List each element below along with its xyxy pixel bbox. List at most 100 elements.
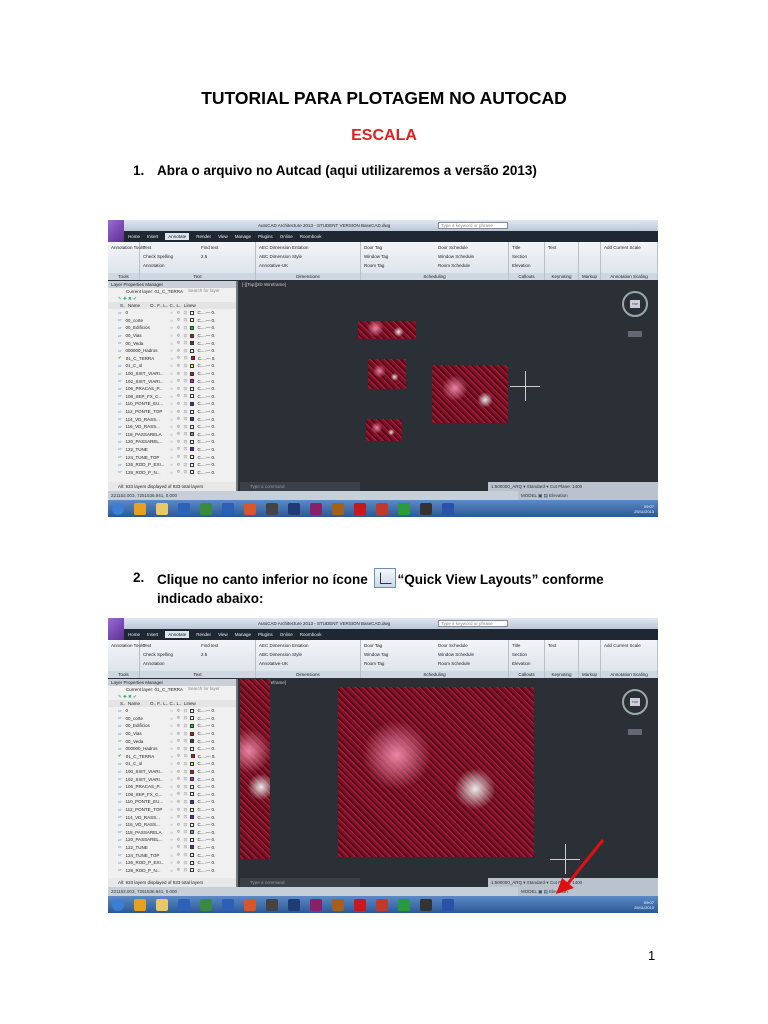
search-input[interactable]: Type a keyword or phrase [438, 222, 508, 229]
taskbar-app-icon[interactable] [222, 502, 234, 515]
lock-icon[interactable]: ⊡ [183, 348, 190, 354]
taskbar-app-icon[interactable] [178, 502, 190, 515]
bulb-icon[interactable]: ☼ [169, 723, 176, 728]
command-line-input[interactable]: Type a command [240, 482, 360, 491]
tab-plugins[interactable]: Plugins [258, 234, 273, 239]
layer-color-swatch[interactable] [190, 401, 195, 406]
taskbar-app-icon[interactable] [200, 502, 212, 515]
layer-color-swatch[interactable] [190, 822, 195, 827]
bulb-icon[interactable]: ☼ [169, 708, 176, 713]
bulb-icon[interactable]: ☼ [169, 807, 176, 812]
lock-icon[interactable]: ⊡ [183, 860, 190, 866]
layer-row[interactable]: ▱ 120_PASSAREL... ☼ ✲ ⊡ C....— 0. [108, 836, 236, 844]
layer-row[interactable]: ✔ 01_C_TERRA ☼ ✲ ⊡ C....— 0. [108, 753, 236, 761]
layer-color-swatch[interactable] [190, 333, 195, 338]
lock-icon[interactable]: ⊡ [183, 867, 190, 873]
lock-icon[interactable]: ⊡ [183, 446, 190, 452]
bulb-icon[interactable]: ☼ [169, 731, 176, 736]
layer-row[interactable]: ▱ 00_Edificios ☼ ✲ ⊡ C....— 0. [108, 324, 236, 332]
lock-icon[interactable]: ⊡ [183, 761, 190, 767]
layer-row[interactable]: ▱ 114_VD_RASS... ☼ ✲ ⊡ C....— 0. [108, 415, 236, 423]
layer-row[interactable]: ▱ 114_VD_RASS... ☼ ✲ ⊡ C....— 0. [108, 813, 236, 821]
lock-icon[interactable]: ⊡ [183, 340, 190, 346]
freeze-icon[interactable]: ✲ [176, 462, 183, 468]
lock-icon[interactable]: ⊡ [183, 431, 190, 437]
lock-icon[interactable]: ⊡ [183, 424, 190, 430]
lock-icon[interactable]: ⊡ [183, 852, 190, 858]
start-button[interactable] [112, 898, 124, 911]
taskbar-app-icon[interactable] [266, 502, 278, 515]
taskbar-app-icon[interactable] [398, 502, 410, 515]
ribbon-button[interactable]: Window Schedule [438, 652, 474, 657]
bulb-icon[interactable]: ☼ [169, 379, 176, 384]
freeze-icon[interactable]: ✲ [176, 822, 183, 828]
freeze-icon[interactable]: ✲ [176, 348, 183, 354]
taskbar-app-icon[interactable] [398, 898, 410, 911]
bulb-icon[interactable]: ☼ [169, 845, 176, 850]
freeze-icon[interactable]: ✲ [177, 355, 184, 361]
taskbar-app-icon[interactable] [156, 898, 168, 911]
bulb-icon[interactable]: ☼ [170, 754, 177, 759]
bulb-icon[interactable]: ☼ [169, 371, 176, 376]
freeze-icon[interactable]: ✲ [176, 784, 183, 790]
taskbar-app-icon[interactable] [222, 898, 234, 911]
ribbon-button[interactable]: Check Spelling [143, 254, 173, 259]
lock-icon[interactable]: ⊡ [183, 454, 190, 460]
ribbon-button[interactable]: 2.5 [201, 254, 207, 259]
freeze-icon[interactable]: ✲ [176, 386, 183, 392]
viewcube-navigation[interactable] [622, 291, 648, 317]
lock-icon[interactable]: ⊡ [183, 416, 190, 422]
taskbar-app-icon[interactable] [332, 898, 344, 911]
layer-row[interactable]: ▱ 102_SIST_VIARI... ☼ ✲ ⊡ C....— 0. [108, 377, 236, 385]
taskbar-app-icon[interactable] [178, 898, 190, 911]
layer-row[interactable]: ▱ 112_PONTE_TOP ☼ ✲ ⊡ C....— 0. [108, 408, 236, 416]
layer-color-swatch[interactable] [190, 830, 195, 835]
lock-icon[interactable]: ⊡ [183, 393, 190, 399]
tab-render[interactable]: Render [196, 234, 211, 239]
navigation-bar[interactable] [628, 331, 642, 337]
tab-plugins[interactable]: Plugins [258, 632, 273, 637]
layer-row[interactable]: ▱ 106_PRACAS_P... ☼ ✲ ⊡ C....— 0. [108, 783, 236, 791]
layer-search-input[interactable]: Search for layer [188, 288, 220, 293]
navigation-bar[interactable] [628, 729, 642, 735]
layer-color-swatch[interactable] [190, 371, 195, 376]
ribbon-button[interactable]: Window Schedule [438, 254, 474, 259]
freeze-icon[interactable]: ✲ [176, 844, 183, 850]
ribbon-button[interactable]: Title [512, 643, 520, 648]
lock-icon[interactable]: ⊡ [183, 469, 190, 475]
layer-row[interactable]: ▱ 106_PRACAS_P... ☼ ✲ ⊡ C....— 0. [108, 385, 236, 393]
freeze-icon[interactable]: ✲ [176, 829, 183, 835]
tab-annotate[interactable]: Annotate [165, 233, 190, 240]
layer-row[interactable]: ▱ 00_corte ☼ ✲ ⊡ C....— 0. [108, 715, 236, 723]
layer-color-swatch[interactable] [190, 318, 195, 323]
bulb-icon[interactable]: ☼ [169, 447, 176, 452]
tab-manage[interactable]: Manage [235, 632, 251, 637]
viewcube-navigation[interactable] [622, 689, 648, 715]
freeze-icon[interactable]: ✲ [176, 431, 183, 437]
lock-icon[interactable]: ⊡ [183, 776, 190, 782]
bulb-icon[interactable]: ☼ [169, 386, 176, 391]
layer-color-swatch[interactable] [190, 754, 195, 759]
layer-color-swatch[interactable] [190, 746, 195, 751]
bulb-icon[interactable]: ☼ [169, 746, 176, 751]
ribbon-button[interactable]: Room Tag [364, 263, 384, 268]
freeze-icon[interactable]: ✲ [176, 317, 183, 323]
bulb-icon[interactable]: ☼ [169, 860, 176, 865]
layer-search-input[interactable]: Search for layer [188, 686, 220, 691]
lock-icon[interactable]: ⊡ [183, 333, 190, 339]
ribbon-button[interactable]: Door Tag [364, 245, 382, 250]
freeze-icon[interactable]: ✲ [177, 753, 184, 759]
ribbon-button[interactable]: Find text [201, 643, 218, 648]
bulb-icon[interactable]: ☼ [169, 868, 176, 873]
bulb-icon[interactable]: ☼ [169, 777, 176, 782]
layer-row[interactable]: ▱ 000000_Hadros ☼ ✲ ⊡ C....— 0. [108, 347, 236, 355]
layer-row[interactable]: ▱ 100_SIST_VIARI... ☼ ✲ ⊡ C....— 0. [108, 370, 236, 378]
lock-icon[interactable]: ⊡ [183, 371, 190, 377]
layer-color-swatch[interactable] [190, 792, 195, 797]
layer-row[interactable]: ▱ 126_ROD_P_EXI... ☼ ✲ ⊡ C....— 0. [108, 461, 236, 469]
lock-icon[interactable]: ⊡ [183, 837, 190, 843]
layer-color-swatch[interactable] [190, 447, 195, 452]
taskbar-app-icon[interactable] [442, 898, 454, 911]
drawing-viewport[interactable]: [-][Top][2D Wireframe] [240, 281, 658, 482]
ribbon-button[interactable]: Annotation [143, 661, 165, 666]
